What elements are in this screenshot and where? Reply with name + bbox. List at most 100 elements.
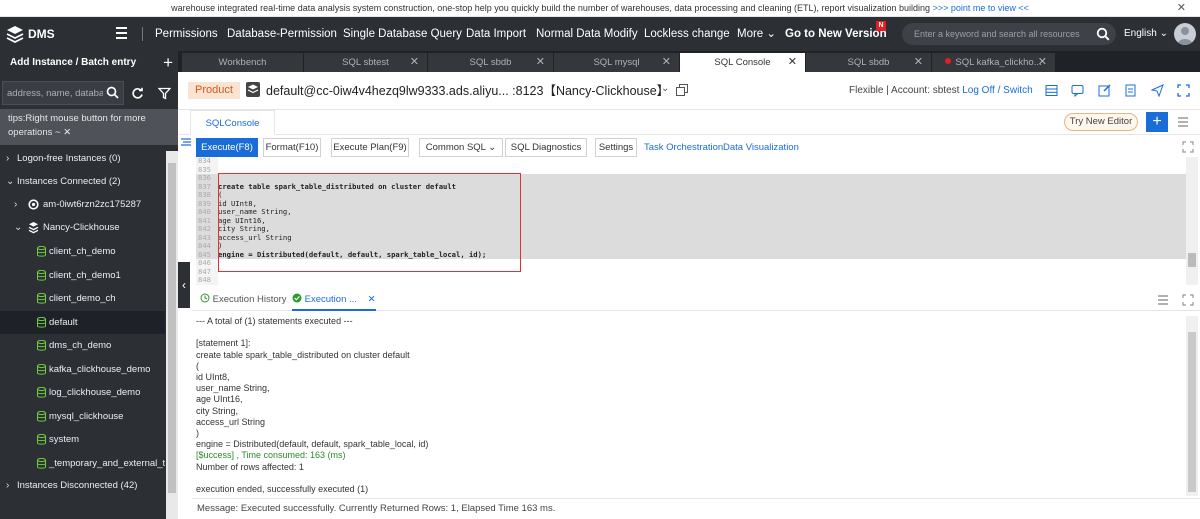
language-switcher[interactable]: English ⌄ [1124,17,1168,51]
fullscreen-icon[interactable] [1177,84,1190,97]
tab-sql-sbdb[interactable]: SQL sbdb ✕ [428,53,554,72]
add-tab-button[interactable]: + [1146,112,1168,132]
tab-workbench[interactable]: Workbench [182,53,304,72]
scrollbar-thumb[interactable] [1188,332,1196,492]
tree-db-item[interactable]: system [0,428,165,451]
new-badge: N [876,21,886,31]
tree-db-item[interactable]: kafka_clickhouse_demo [0,358,165,381]
add-icon[interactable]: + [163,51,173,75]
scrollbar-thumb[interactable] [1188,253,1196,267]
tree-db-item[interactable]: client_demo_ch [0,287,165,310]
tab-sql-mysql[interactable]: SQL mysql ✕ [554,53,680,72]
tab-execution-history[interactable]: Execution History [200,289,287,311]
tab-sql-sbtest[interactable]: SQL sbtest ✕ [304,53,428,72]
tree-label: Instances Connected (2) [17,176,121,187]
close-icon[interactable]: ✕ [410,53,419,72]
clickhouse-instance-icon [246,82,260,97]
menu-database-permission[interactable]: Database-Permission [227,17,337,51]
task-orchestration-link[interactable]: Task Orchestration [644,138,723,157]
menu-icon[interactable] [1176,115,1190,129]
logo[interactable]: DMS [6,24,66,44]
chevron-down-icon: ⌄ [1159,28,1168,39]
editor-scrollbar[interactable] [1186,157,1198,285]
close-icon[interactable]: ✕ [662,53,671,72]
tree-connected[interactable]: ⌄ Instances Connected (2) [0,170,165,193]
tree-db-item[interactable]: _temporary_and_external_ta [0,452,165,475]
menu-normal-data-modify[interactable]: Normal Data Modify [536,17,638,51]
tree-db-item[interactable]: mysql_clickhouse [0,405,165,428]
menu-single-database-query[interactable]: Single Database Query [343,17,462,51]
settings-button[interactable]: Settings [595,138,637,157]
comment-icon[interactable] [1071,84,1084,97]
format-button[interactable]: Format(F10) [263,138,321,157]
close-icon[interactable]: ✕ [914,53,923,72]
expand-icon[interactable] [1182,141,1194,153]
new-version-link[interactable]: Go to New Version [785,17,887,51]
menu-permissions[interactable]: Permissions [155,17,218,51]
close-icon[interactable]: ✕ [63,127,71,138]
execute-plan-button[interactable]: Execute Plan(F9) [331,138,409,157]
hamburger-menu-icon[interactable] [116,27,127,39]
menu-data-import[interactable]: Data Import [466,17,526,51]
tree-db-item[interactable]: client_ch_demo [0,240,165,263]
close-icon[interactable]: ✕ [536,53,545,72]
tab-sql-sbdb-2[interactable]: SQL sbdb ✕ [806,53,932,72]
tree-scrollbar[interactable] [166,151,178,519]
close-icon[interactable]: ✕ [788,53,797,72]
tips-text-line1: tips:Right mouse button for more [8,113,146,124]
chevron-down-icon[interactable]: ⌄ [661,83,669,94]
tab-sql-console[interactable]: SQL Console ✕ [680,53,806,72]
close-icon[interactable]: ✕ [1177,0,1186,17]
scrollbar-thumb[interactable] [168,163,176,493]
database-icon [37,434,46,445]
list-menu-icon[interactable] [1156,293,1170,307]
announcement-link[interactable]: >>> point me to view << [933,3,1029,13]
product-button[interactable]: Product [188,82,240,99]
tab-sql-kafka[interactable]: SQL kafka_clickho... ✕ [932,53,1056,72]
tips-text-line2: operations ~ [8,127,61,138]
dms-logo-icon [6,26,24,43]
tree-disconnected[interactable]: › Instances Disconnected (42) [0,474,165,497]
connection-string[interactable]: default@cc-0iw4v4hezq9lw9333.ads.aliyu..… [266,72,669,110]
tree-db-item-selected[interactable]: default [0,311,165,334]
tree-db-item[interactable]: client_ch_demo1 [0,264,165,287]
menu-lockless-change[interactable]: Lockless change [644,17,730,51]
send-icon[interactable] [1151,84,1164,97]
avatar[interactable] [1174,23,1196,45]
tree-db-item[interactable]: dms_ch_demo [0,334,165,357]
tree-instance-am[interactable]: › am-0iwt6rzn2zc175287 [0,193,165,216]
search-icon[interactable] [1096,27,1110,41]
outline-toggle-icon[interactable] [180,136,192,148]
document-icon[interactable] [1124,84,1137,97]
tab-execution[interactable]: Execution ... ✕ [292,289,376,311]
copy-icon[interactable] [676,84,688,96]
instance-panel: Add Instance / Batch entry + tips:Right … [0,51,178,519]
collapse-panel-button[interactable]: ‹ [178,262,190,308]
close-icon[interactable]: ✕ [1038,53,1047,72]
sql-diagnostics-button[interactable]: SQL Diagnostics [505,138,587,157]
filter-button[interactable] [153,81,175,105]
expand-icon[interactable] [1182,294,1194,306]
tree-logon-free[interactable]: › Logon-free Instances (0) [0,147,165,170]
tree-instance-nancy[interactable]: ⌄ Nancy-Clickhouse [0,216,165,239]
output-scrollbar[interactable] [1186,316,1198,496]
try-new-editor-button[interactable]: Try New Editor [1064,113,1138,131]
tree-label: am-0iwt6rzn2zc175287 [43,199,142,210]
search-icon[interactable] [106,86,119,99]
tree-db-label: kafka_clickhouse_demo [49,364,151,375]
database-icon [37,458,46,469]
global-search-input[interactable] [914,26,1089,42]
table-icon[interactable] [1045,84,1058,97]
logoff-link[interactable]: Log Off / Switch [962,85,1032,96]
add-instance-label[interactable]: Add Instance / Batch entry [10,57,136,68]
instance-search-input[interactable] [7,86,103,100]
tree-db-item[interactable]: log_clickhouse_demo [0,381,165,404]
close-icon[interactable]: ✕ [368,294,376,305]
data-visualization-link[interactable]: Data Visualization [723,138,799,157]
menu-more[interactable]: More ⌄ [737,17,776,51]
execute-button[interactable]: Execute(F8) [196,138,258,157]
tab-sqlconsole[interactable]: SQLConsole [190,110,275,135]
common-sql-dropdown[interactable]: Common SQL ⌄ [419,138,503,157]
refresh-button[interactable] [126,81,148,105]
edit-icon[interactable] [1098,84,1111,97]
